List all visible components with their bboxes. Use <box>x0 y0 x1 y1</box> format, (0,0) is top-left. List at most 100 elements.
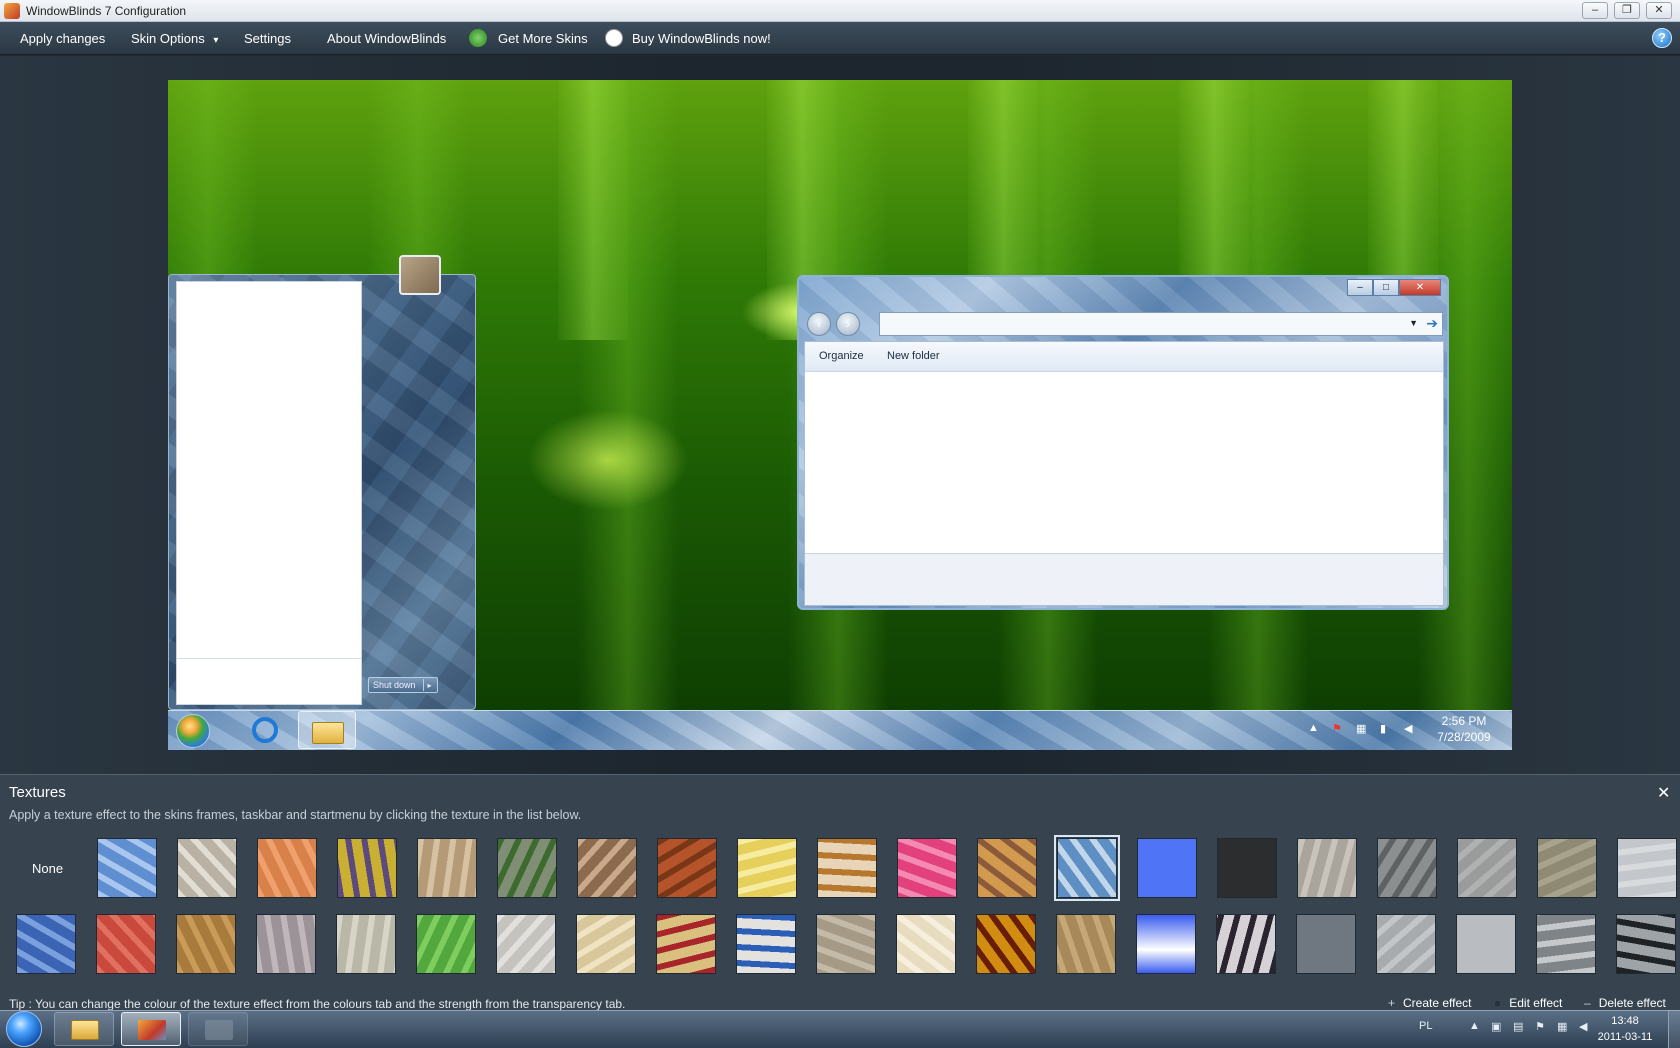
texture-tile-grey-smoke[interactable] <box>1377 838 1437 898</box>
texture-tile-speckled-white[interactable] <box>496 914 556 974</box>
skin-options-menu[interactable]: Skin Options ▾ <box>131 31 218 46</box>
network-icon[interactable]: ▦ <box>1557 1020 1567 1033</box>
texture-tile-slate-grey[interactable] <box>1296 914 1356 974</box>
texture-tile-tan-leather[interactable] <box>1056 914 1116 974</box>
texture-tile-blue-petals[interactable] <box>97 838 157 898</box>
minimize-button[interactable]: ‒ <box>1582 2 1608 19</box>
textures-panel: Textures ✕ Apply a texture effect to the… <box>0 774 1680 1011</box>
texture-tile-cobblestone[interactable] <box>577 838 637 898</box>
texture-tile-red-cherries[interactable] <box>656 914 716 974</box>
edit-effect-button[interactable]: ● Edit effect <box>1494 996 1562 1010</box>
texture-tile-beige-stone[interactable] <box>417 838 477 898</box>
texture-tile-scratched-metal[interactable] <box>1536 914 1596 974</box>
go-arrow-icon: ➔ <box>1426 315 1438 331</box>
texture-tile-solid-blue[interactable] <box>1137 838 1197 898</box>
close-button[interactable]: ✕ <box>1646 2 1672 19</box>
apply-changes-menu[interactable]: Apply changes <box>20 31 105 46</box>
texture-tile-taupe-wash[interactable] <box>816 914 876 974</box>
skin-options-label: Skin Options <box>131 31 205 46</box>
taskbar-camera-button[interactable] <box>188 1012 248 1046</box>
preview-maximize-button: □ <box>1373 279 1399 296</box>
dropdown-arrow-icon: ▼ <box>1409 318 1418 328</box>
texture-tile-khaki-canvas[interactable] <box>1537 838 1597 898</box>
folder-icon <box>71 1020 99 1040</box>
texture-tile-yellow-lichen[interactable] <box>337 838 397 898</box>
texture-tile-rust[interactable] <box>657 838 717 898</box>
start-menu-programs-panel <box>176 281 362 705</box>
menu-bar: Apply changes Skin Options ▾ Settings Ab… <box>0 22 1680 55</box>
textures-title: Textures <box>9 784 66 801</box>
texture-tile-grey-concrete[interactable] <box>1457 838 1517 898</box>
action-center-flag-icon: ⚑ <box>1332 723 1342 735</box>
texture-tile-beige-grid[interactable] <box>576 914 636 974</box>
help-icon[interactable]: ? <box>1652 28 1672 48</box>
texture-tile-plaid[interactable] <box>1216 914 1276 974</box>
plus-icon: + <box>1388 996 1396 1010</box>
texture-tile-blue-denim-paint[interactable] <box>16 914 76 974</box>
keyboard-tray-icon[interactable]: ▤ <box>1513 1020 1523 1033</box>
preview-time: 2:56 PM <box>1441 714 1487 728</box>
texture-tile-weathered-paper[interactable] <box>336 914 396 974</box>
organize-command: Organize <box>819 350 864 362</box>
texture-tile-yellow-tiles[interactable] <box>737 838 797 898</box>
show-hidden-icons-icon: ▲ <box>1308 722 1319 734</box>
texture-tile-green-leaf[interactable] <box>416 914 476 974</box>
create-effect-button[interactable]: + Create effect <box>1388 996 1472 1010</box>
delete-effect-label: Delete effect <box>1598 996 1666 1010</box>
restore-button[interactable]: ❐ <box>1614 2 1640 19</box>
texture-tile-blue-facets[interactable] <box>1054 835 1120 901</box>
texture-tile-red-wall[interactable] <box>96 914 156 974</box>
get-more-skins-menu[interactable]: Get More Skins <box>498 31 588 46</box>
texture-tile-pink-paint[interactable] <box>897 838 957 898</box>
settings-menu[interactable]: Settings <box>244 31 291 46</box>
preview-close-button: ✕ <box>1399 279 1441 296</box>
language-indicator[interactable]: PL <box>1419 1020 1432 1032</box>
volume-icon[interactable]: ◀ <box>1579 1020 1587 1033</box>
texture-tile-blue-gradient[interactable] <box>1136 914 1196 974</box>
texture-tile-ivy-wall[interactable] <box>497 838 557 898</box>
texture-tile-cracked-plaster[interactable] <box>1297 838 1357 898</box>
texture-tile-silver-pattern[interactable] <box>177 838 237 898</box>
preview-date: 7/28/2009 <box>1437 730 1491 744</box>
address-bar: ▼ ➔ <box>879 312 1443 336</box>
os-clock[interactable]: 13:48 2011-03-11 <box>1590 1013 1660 1045</box>
shutdown-label: Shut down <box>373 680 416 690</box>
texture-tile-fire[interactable] <box>976 914 1036 974</box>
texture-tile-brown-dirt[interactable] <box>176 914 236 974</box>
start-orb-icon[interactable] <box>6 1011 42 1047</box>
buy-windowblinds-menu[interactable]: Buy WindowBlinds now! <box>632 31 771 46</box>
texture-tile-orange-sand[interactable] <box>257 838 317 898</box>
texture-none-option[interactable]: None <box>32 861 63 876</box>
show-hidden-icons-icon[interactable]: ▲ <box>1469 1020 1480 1032</box>
wallpaper-light-pillar <box>558 80 628 340</box>
about-menu[interactable]: About WindowBlinds <box>327 31 446 46</box>
preview-start-orb-icon <box>176 714 210 748</box>
texture-tile-light-grey[interactable] <box>1617 838 1677 898</box>
edit-effect-label: Edit effect <box>1509 996 1563 1010</box>
taskbar-explorer-button[interactable] <box>54 1012 114 1046</box>
taskbar-windowblinds-button[interactable] <box>121 1012 181 1046</box>
texture-tile-solid-dark[interactable] <box>1217 838 1277 898</box>
action-center-flag-icon[interactable]: ⚑ <box>1535 1020 1545 1033</box>
texture-tile-autumn-leaves[interactable] <box>977 838 1037 898</box>
network-icon: ▦ <box>1356 723 1367 735</box>
texture-tile-leaves-pattern[interactable] <box>817 838 877 898</box>
camera-icon <box>205 1020 233 1040</box>
texture-tile-paw-prints[interactable] <box>1616 914 1676 974</box>
show-desktop-button[interactable] <box>1668 1010 1680 1048</box>
texture-tile-wrinkled-grey[interactable] <box>1376 914 1436 974</box>
close-icon[interactable]: ✕ <box>1657 783 1670 803</box>
windowblinds-icon <box>138 1020 166 1040</box>
texture-tile-cream-swirl[interactable] <box>896 914 956 974</box>
delete-effect-button[interactable]: – Delete effect <box>1584 996 1666 1010</box>
user-picture <box>399 255 441 295</box>
explorer-command-bar: Organize New folder <box>805 342 1443 372</box>
camera-tray-icon[interactable]: ▣ <box>1491 1020 1501 1033</box>
forward-arrow-icon: › <box>836 312 860 336</box>
minus-icon: – <box>1584 996 1591 1010</box>
texture-tile-granite[interactable] <box>256 914 316 974</box>
texture-tile-pale-grey[interactable] <box>1456 914 1516 974</box>
preview-start-menu <box>168 274 476 710</box>
texture-tile-splash-paint[interactable] <box>736 914 796 974</box>
explorer-content: Organize New folder <box>804 341 1444 606</box>
